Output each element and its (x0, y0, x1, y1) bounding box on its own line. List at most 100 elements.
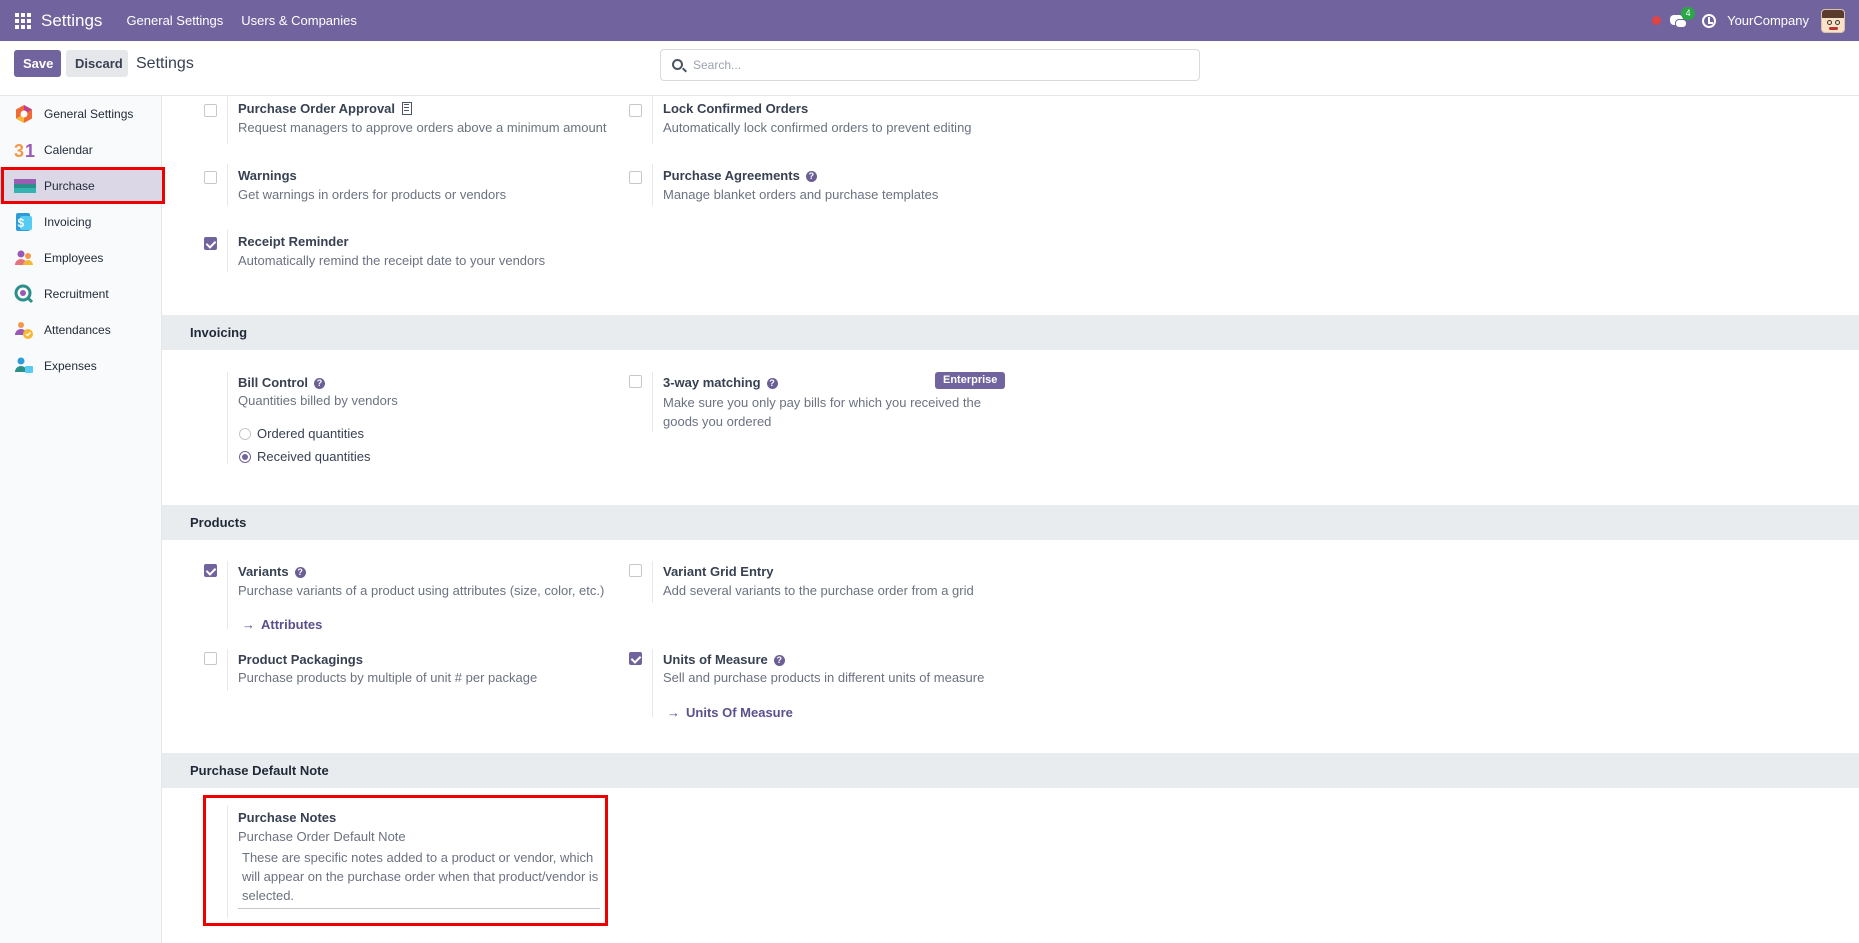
setting-description: Manage blanket orders and purchase templ… (663, 187, 939, 202)
setting-description: Request managers to approve orders above… (238, 120, 607, 135)
sidebar-item-label: Calendar (44, 143, 93, 157)
section-header-products: Products (162, 505, 1859, 540)
units-of-measure-link[interactable]: → Units Of Measure (667, 705, 793, 720)
sidebar-item-attendances[interactable]: Attendances (0, 312, 162, 348)
section-header-default-note: Purchase Default Note (162, 753, 1859, 788)
sidebar-item-calendar[interactable]: 31 Calendar (0, 132, 162, 168)
three-way-matching-checkbox[interactable] (629, 375, 642, 388)
purchase-icon (14, 176, 36, 196)
sidebar-item-label: Attendances (44, 323, 111, 337)
sidebar-item-label: General Settings (44, 107, 134, 121)
arrow-right-icon: → (242, 617, 255, 632)
app-brand[interactable]: Settings (41, 11, 102, 31)
warnings-checkbox[interactable] (204, 171, 217, 184)
user-avatar[interactable] (1821, 8, 1845, 33)
control-panel: Save Discard Settings (0, 41, 1859, 96)
variant-grid-entry-checkbox[interactable] (629, 564, 642, 577)
sidebar-item-purchase[interactable]: Purchase (0, 168, 162, 204)
menu-general-settings[interactable]: General Settings (126, 13, 223, 28)
setting-title: Receipt Reminder (238, 234, 349, 249)
setting-description: Purchase Order Default Note (238, 829, 406, 844)
variants-checkbox[interactable] (204, 564, 217, 577)
setting-description: Sell and purchase products in different … (663, 670, 985, 685)
search-box[interactable] (660, 49, 1200, 81)
setting-description: Get warnings in orders for products or v… (238, 187, 507, 202)
ordered-quantities-radio[interactable] (239, 428, 251, 440)
setting-title: Units of Measure? (663, 652, 785, 667)
sidebar-item-recruitment[interactable]: Recruitment (0, 276, 162, 312)
setting-description: Quantities billed by vendors (238, 393, 398, 408)
discard-button[interactable]: Discard (66, 50, 128, 77)
purchase-order-approval-checkbox[interactable] (204, 104, 217, 117)
purchase-agreements-checkbox[interactable] (629, 171, 642, 184)
company-switcher[interactable]: YourCompany (1727, 13, 1809, 28)
setting-title: Purchase Order Approval (238, 101, 413, 116)
lock-confirmed-orders-checkbox[interactable] (629, 104, 642, 117)
purchase-notes-textarea[interactable]: These are specific notes added to a prod… (242, 848, 600, 905)
status-dot-icon[interactable] (1652, 16, 1662, 25)
setting-description: Add several variants to the purchase ord… (663, 583, 974, 598)
sidebar-item-label: Invoicing (44, 215, 92, 229)
attributes-link[interactable]: → Attributes (242, 617, 322, 632)
section-header-invoicing: Invoicing (162, 315, 1859, 350)
setting-description: Automatically remind the receipt date to… (238, 253, 546, 268)
help-icon[interactable]: ? (766, 378, 778, 389)
breadcrumb: Settings (136, 55, 194, 72)
radio-label[interactable]: Received quantities (257, 449, 370, 464)
setting-description: Purchase products by multiple of unit # … (238, 670, 538, 685)
setting-description: Purchase variants of a product using att… (238, 583, 605, 598)
section-title: Invoicing (190, 325, 248, 340)
save-button[interactable]: Save (14, 50, 61, 77)
settings-sidebar: General Settings 31 Calendar Purchase $ … (0, 96, 162, 943)
help-icon[interactable]: ? (805, 171, 817, 182)
search-input[interactable] (693, 56, 1183, 74)
sidebar-item-label: Purchase (44, 179, 95, 193)
section-title: Purchase Default Note (190, 763, 329, 778)
sidebar-item-expenses[interactable]: Expenses (0, 348, 162, 384)
receipt-reminder-checkbox[interactable] (204, 237, 217, 250)
help-icon[interactable]: ? (294, 567, 306, 578)
messages-icon[interactable]: 4 (1670, 6, 1696, 29)
calendar-icon: 31 (14, 140, 35, 161)
invoicing-icon: $ (14, 212, 34, 232)
setting-title: Warnings (238, 168, 297, 183)
setting-title: 3-way matching? (663, 375, 778, 390)
sidebar-item-label: Recruitment (44, 287, 109, 301)
setting-title: Variants? (238, 564, 306, 579)
setting-title: Variant Grid Entry (663, 564, 774, 579)
general-settings-icon (14, 104, 34, 124)
company-specific-icon (402, 102, 413, 115)
radio-label[interactable]: Ordered quantities (257, 426, 364, 441)
product-packagings-checkbox[interactable] (204, 652, 217, 665)
setting-description: Make sure you only pay bills for which y… (663, 395, 981, 429)
apps-menu-icon[interactable] (15, 12, 31, 29)
search-icon (672, 59, 683, 70)
navbar-systray: 4 YourCompany (1652, 0, 1859, 41)
svg-text:1: 1 (25, 141, 35, 160)
arrow-right-icon: → (667, 705, 680, 720)
activity-clock-icon[interactable] (1702, 13, 1717, 28)
top-navbar: Settings General Settings Users & Compan… (0, 0, 1859, 41)
sidebar-item-general-settings[interactable]: General Settings (0, 96, 162, 132)
sidebar-item-invoicing[interactable]: $ Invoicing (0, 204, 162, 240)
units-of-measure-checkbox[interactable] (629, 652, 642, 665)
help-icon[interactable]: ? (773, 655, 785, 666)
menu-users-companies[interactable]: Users & Companies (241, 13, 357, 28)
sidebar-item-employees[interactable]: Employees (0, 240, 162, 276)
enterprise-badge[interactable]: Enterprise (935, 372, 1006, 389)
textarea-underline (238, 908, 600, 909)
setting-title: Bill Control? (238, 375, 326, 390)
setting-title: Purchase Notes (238, 810, 337, 825)
sidebar-item-label: Expenses (44, 359, 97, 373)
setting-title: Lock Confirmed Orders (663, 101, 809, 116)
svg-text:3: 3 (14, 141, 24, 160)
help-icon[interactable]: ? (314, 378, 326, 389)
setting-description: Automatically lock confirmed orders to p… (663, 120, 972, 135)
settings-content: Purchase Order Approval Request managers… (162, 96, 1859, 943)
employees-icon (14, 248, 34, 268)
attendances-icon (14, 320, 34, 340)
sidebar-item-label: Employees (44, 251, 104, 265)
section-title: Products (190, 515, 247, 530)
received-quantities-radio[interactable] (239, 451, 251, 463)
expenses-icon (14, 356, 34, 376)
